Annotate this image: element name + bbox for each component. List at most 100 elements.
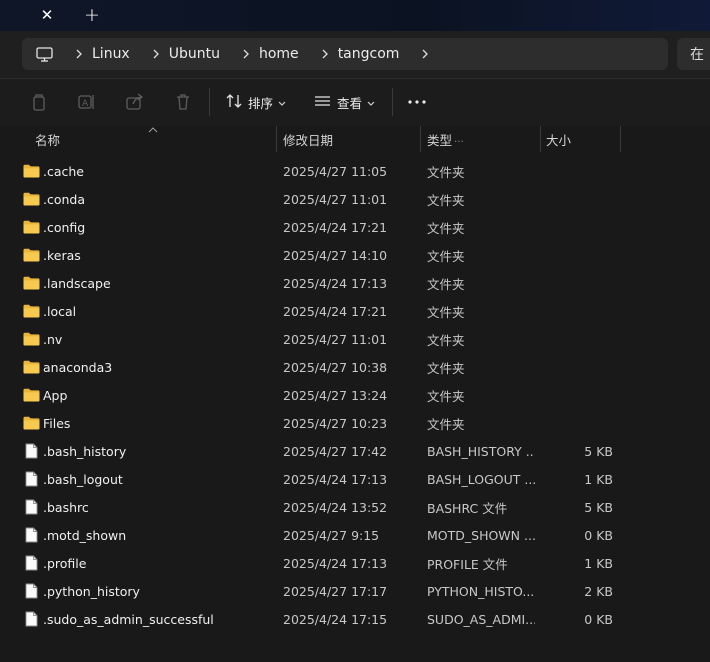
copy-icon[interactable]	[28, 91, 50, 113]
file-row[interactable]: .bash_history 2025/4/27 17:42 BASH_HISTORY…	[0, 437, 710, 465]
breadcrumb-linux[interactable]: Linux	[66, 46, 143, 62]
column-label: 类型	[427, 132, 453, 148]
search-input[interactable]: 在	[677, 38, 710, 70]
chevron-right-icon[interactable]	[233, 49, 259, 59]
folder-icon	[22, 241, 40, 269]
share-icon[interactable]	[124, 91, 146, 113]
file-date: 2025/4/24 17:21	[283, 303, 388, 319]
file-name: .keras	[43, 247, 81, 263]
breadcrumb-ubuntu[interactable]: Ubuntu	[143, 46, 233, 62]
address-row: Linux Ubuntu home tangcom 在	[0, 31, 710, 78]
file-row[interactable]: App 2025/4/27 13:24 文件夹	[0, 381, 710, 409]
file-row[interactable]: .motd_shown 2025/4/27 9:15 MOTD_SHOWN ... 0…	[0, 521, 710, 549]
list-view-icon	[314, 94, 331, 111]
new-tab-button[interactable]: +	[78, 4, 106, 26]
breadcrumb-label[interactable]: Linux	[92, 46, 143, 62]
file-row[interactable]: .sudo_as_admin_successful 2025/4/24 17:15…	[0, 605, 710, 633]
toolbar-divider	[392, 88, 393, 116]
file-row[interactable]: .keras 2025/4/27 14:10 文件夹	[0, 241, 710, 269]
file-row[interactable]: .bash_logout 2025/4/24 17:13 BASH_LOGOUT .…	[0, 465, 710, 493]
column-header-date[interactable]: 修改日期	[283, 126, 413, 152]
file-row[interactable]: anaconda3 2025/4/27 10:38 文件夹	[0, 353, 710, 381]
column-header-size[interactable]: 大小	[546, 126, 616, 152]
file-size	[545, 325, 613, 353]
file-name: .bashrc	[43, 499, 89, 515]
file-row[interactable]: .landscape 2025/4/24 17:13 文件夹	[0, 269, 710, 297]
column-label: 名称	[35, 132, 61, 148]
file-date: 2025/4/27 10:38	[283, 359, 388, 375]
view-label: 查看	[337, 95, 363, 111]
column-label: 修改日期	[283, 132, 334, 148]
file-row[interactable]: .nv 2025/4/27 11:01 文件夹	[0, 325, 710, 353]
more-options-icon[interactable]	[405, 89, 429, 115]
column-divider[interactable]	[420, 126, 421, 152]
file-type: SUDO_AS_ADMI...	[427, 611, 535, 627]
rename-icon[interactable]: A	[76, 91, 98, 113]
file-date: 2025/4/27 14:10	[283, 247, 388, 263]
column-divider[interactable]	[620, 126, 621, 152]
file-row[interactable]: .bashrc 2025/4/24 13:52 BASHRC 文件 5 KB	[0, 493, 710, 521]
this-pc-icon[interactable]	[22, 46, 66, 62]
file-name: .local	[43, 303, 77, 319]
file-size	[545, 297, 613, 325]
breadcrumb-home[interactable]: home	[233, 46, 312, 62]
breadcrumb-label[interactable]: tangcom	[338, 46, 413, 62]
svg-text:A: A	[82, 99, 89, 109]
file-name: .bash_logout	[43, 471, 123, 487]
file-date: 2025/4/27 11:01	[283, 191, 388, 207]
column-header-type[interactable]: 类型 …	[427, 126, 535, 152]
file-name: .landscape	[43, 275, 111, 291]
file-size	[545, 157, 613, 185]
folder-icon	[22, 185, 40, 213]
file-name: .cache	[43, 163, 84, 179]
file-size: 1 KB	[584, 471, 613, 487]
file-row[interactable]: .python_history 2025/4/27 17:17 PYTHON_HIS…	[0, 577, 710, 605]
file-name: .profile	[43, 555, 87, 571]
file-row[interactable]: .config 2025/4/24 17:21 文件夹	[0, 213, 710, 241]
column-divider[interactable]	[276, 126, 277, 152]
file-row[interactable]: .local 2025/4/24 17:21 文件夹	[0, 297, 710, 325]
breadcrumb-tangcom[interactable]: tangcom	[312, 46, 413, 62]
close-tab-button[interactable]: ✕	[31, 4, 63, 26]
file-size: 1 KB	[584, 555, 613, 571]
chevron-right-icon[interactable]	[412, 49, 438, 59]
file-type: 文件夹	[427, 164, 465, 180]
column-label: 大小	[546, 132, 572, 148]
file-size	[545, 381, 613, 409]
file-list: 名称 修改日期 类型 … 大小 .cache 2025/4/27 11:05 文件夹…	[0, 126, 710, 662]
delete-icon[interactable]	[172, 91, 194, 113]
file-date: 2025/4/27 10:23	[283, 415, 388, 431]
tab-bar: ✕ +	[0, 0, 710, 31]
chevron-right-icon[interactable]	[143, 49, 169, 59]
file-row[interactable]: .conda 2025/4/27 11:01 文件夹	[0, 185, 710, 213]
file-size	[545, 213, 613, 241]
breadcrumb-label[interactable]: Ubuntu	[169, 46, 233, 62]
chevron-down-icon	[278, 95, 286, 110]
file-icon	[22, 521, 40, 549]
file-date: 2025/4/27 11:01	[283, 331, 388, 347]
folder-icon	[22, 325, 40, 353]
file-type: PROFILE 文件	[427, 556, 508, 572]
file-type: PYTHON_HISTO...	[427, 583, 535, 599]
file-row[interactable]: .cache 2025/4/27 11:05 文件夹	[0, 157, 710, 185]
file-row[interactable]: .profile 2025/4/24 17:13 PROFILE 文件 1 KB	[0, 549, 710, 577]
column-divider[interactable]	[540, 126, 541, 152]
file-icon	[22, 437, 40, 465]
sort-ascending-icon	[148, 122, 158, 137]
address-bar[interactable]: Linux Ubuntu home tangcom	[22, 38, 668, 70]
file-name: anaconda3	[43, 359, 113, 375]
chevron-right-icon[interactable]	[66, 49, 92, 59]
sort-button[interactable]: 排序	[226, 89, 286, 115]
file-date: 2025/4/27 11:05	[283, 163, 388, 179]
file-name: .sudo_as_admin_successful	[43, 611, 214, 627]
view-button[interactable]: 查看	[314, 89, 375, 115]
chevron-right-icon[interactable]	[312, 49, 338, 59]
file-row[interactable]: Files 2025/4/27 10:23 文件夹	[0, 409, 710, 437]
file-date: 2025/4/27 17:17	[283, 583, 388, 599]
file-icon	[22, 605, 40, 633]
breadcrumb-label[interactable]: home	[259, 46, 312, 62]
ellipsis-icon: …	[454, 133, 465, 145]
folder-icon	[22, 297, 40, 325]
file-name: .config	[43, 219, 86, 235]
file-type: BASHRC 文件	[427, 500, 508, 516]
